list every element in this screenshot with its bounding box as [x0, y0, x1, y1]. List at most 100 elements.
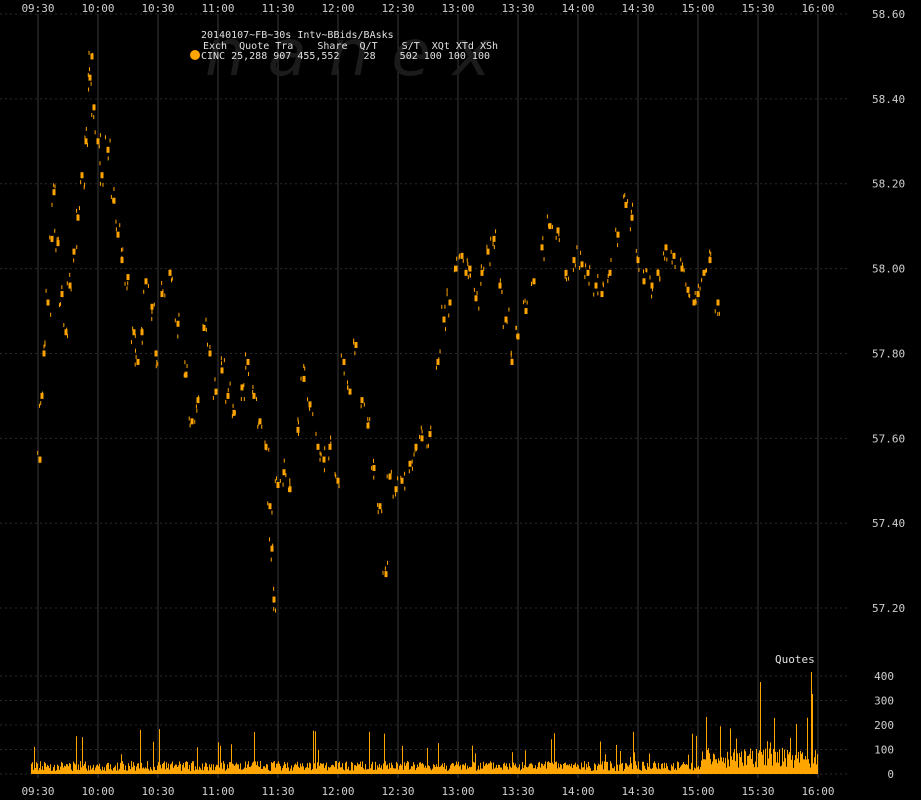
price-point-tick	[473, 287, 475, 292]
quote-bar	[45, 763, 46, 774]
quote-bar	[417, 764, 418, 774]
price-point-tick	[147, 283, 149, 288]
quote-bar	[134, 765, 135, 774]
price-point-tick	[371, 465, 373, 470]
price-point	[468, 265, 472, 272]
quote-bar	[75, 764, 76, 774]
quote-bar	[148, 768, 149, 774]
quote-bar	[411, 765, 412, 774]
price-point-tick	[638, 267, 640, 272]
quote-bar	[97, 764, 98, 774]
price-point	[580, 261, 584, 268]
quote-bar	[479, 769, 480, 774]
quote-bar	[220, 745, 221, 774]
quote-bar	[398, 769, 399, 774]
price-point-tick	[109, 138, 111, 143]
price-point-tick	[300, 376, 302, 381]
quote-bar	[459, 766, 460, 774]
quote-bar	[707, 749, 708, 774]
quote-bar	[260, 761, 261, 774]
quote-bar	[758, 753, 759, 774]
price-point	[460, 252, 464, 259]
quote-bar	[515, 763, 516, 774]
price-point-tick	[532, 279, 534, 284]
price-point-tick	[448, 313, 450, 318]
quote-bar	[176, 764, 177, 774]
price-point-tick	[411, 466, 413, 471]
quote-bar	[581, 762, 582, 774]
price-point-tick	[115, 227, 117, 232]
quote-bar	[706, 717, 707, 774]
quote-bar	[693, 770, 694, 774]
quote-bar	[485, 764, 486, 774]
price-point-tick	[555, 235, 557, 240]
price-point-tick	[489, 262, 491, 267]
quote-bar	[282, 768, 283, 774]
quote-bar	[739, 753, 740, 774]
price-point-tick	[695, 298, 697, 303]
price-point-tick	[194, 419, 196, 424]
price-point-tick	[635, 248, 637, 253]
price-point-tick	[51, 238, 53, 243]
quote-bar	[50, 764, 51, 774]
price-point-tick	[415, 447, 417, 452]
quote-bar	[699, 769, 700, 774]
price-point-tick	[195, 404, 197, 409]
quote-bar	[102, 766, 103, 774]
quote-bar	[500, 767, 501, 774]
quote-bar	[568, 765, 569, 774]
quote-bar	[171, 763, 172, 774]
quote-bar	[421, 763, 422, 774]
quote-bar	[791, 759, 792, 774]
price-point-tick	[524, 298, 526, 303]
quote-bar	[768, 758, 769, 774]
quote-bar	[123, 763, 124, 774]
quote-bar	[101, 770, 102, 774]
quote-bar	[765, 748, 766, 774]
quote-bar	[321, 763, 322, 774]
quote-bar	[735, 761, 736, 774]
price-point-tick	[574, 263, 576, 268]
quote-bar	[546, 768, 547, 774]
quote-bar	[332, 764, 333, 774]
price-point-tick	[59, 302, 61, 307]
price-point-tick	[161, 281, 163, 286]
quote-bar	[412, 766, 413, 774]
quote-bar	[446, 765, 447, 774]
y-tick-label: 57.40	[872, 517, 905, 530]
quote-bar	[680, 766, 681, 774]
quote-bar	[72, 770, 73, 774]
quote-bar	[121, 754, 122, 774]
quote-bar	[457, 764, 458, 774]
quote-bar	[230, 762, 231, 774]
price-point-tick	[458, 255, 460, 260]
quote-bar	[766, 765, 767, 774]
quote-bar	[752, 750, 753, 774]
price-point-tick	[273, 607, 275, 612]
quote-bar	[422, 762, 423, 774]
quote-bar	[689, 768, 690, 774]
price-point-tick	[196, 408, 198, 413]
quote-bar	[642, 761, 643, 774]
quote-bar	[645, 768, 646, 774]
quote-bar	[471, 766, 472, 774]
quote-bar	[337, 768, 338, 774]
quote-bar	[736, 738, 737, 774]
price-point-tick	[384, 566, 386, 571]
price-point	[316, 443, 320, 450]
quote-bar	[130, 769, 131, 774]
quote-bar	[341, 767, 342, 774]
price-point-tick	[205, 327, 207, 332]
quote-bar	[717, 763, 718, 774]
quote-bar	[666, 763, 667, 774]
price-point-tick	[66, 281, 68, 286]
chart-background	[0, 0, 921, 800]
quote-bar	[595, 764, 596, 774]
quote-bar	[578, 765, 579, 774]
quote-bar	[559, 767, 560, 774]
price-point	[664, 244, 668, 251]
quote-bar	[69, 763, 70, 774]
quote-bar	[710, 759, 711, 774]
quote-bar	[743, 765, 744, 774]
quote-bar	[113, 767, 114, 774]
